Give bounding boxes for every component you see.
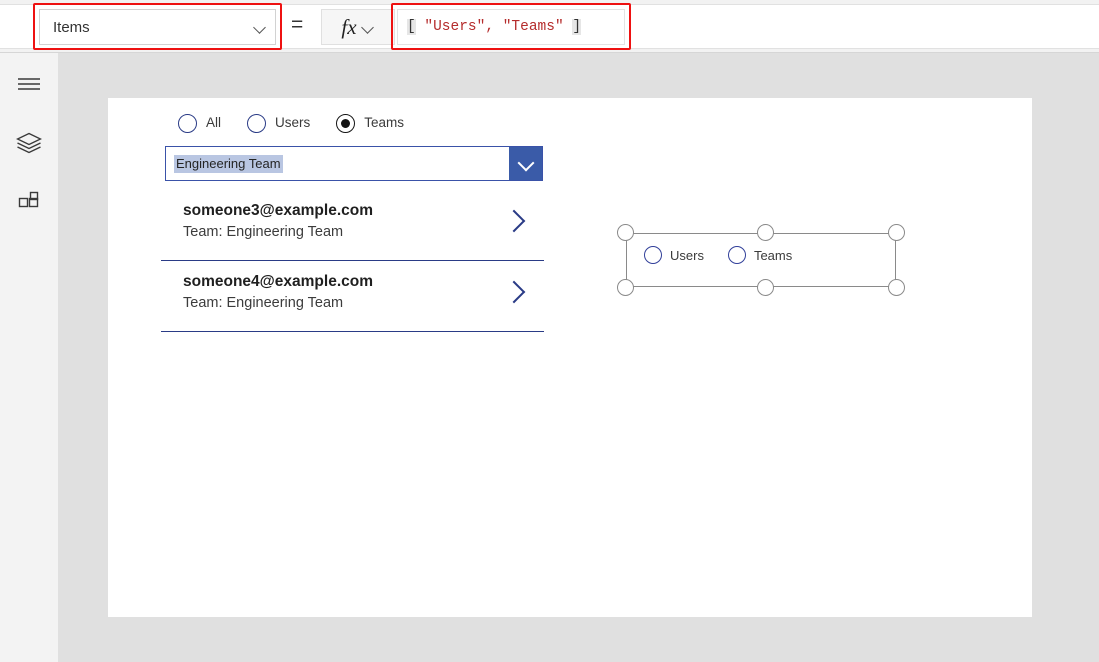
resize-handle-top-right[interactable] <box>888 224 905 241</box>
resize-handle-bottom-middle[interactable] <box>757 279 774 296</box>
team-dropdown-value: Engineering Team <box>174 154 283 173</box>
formula-token-space-2 <box>494 19 503 35</box>
radio-option-all[interactable]: All <box>178 113 222 133</box>
radio-option-teams[interactable]: Teams <box>336 113 405 133</box>
radio-option-label: All <box>206 115 222 131</box>
selected-radio-control[interactable]: Users Teams <box>617 224 905 296</box>
resize-handle-top-middle[interactable] <box>757 224 774 241</box>
property-select-label: Items <box>53 18 90 36</box>
chevron-right-icon[interactable] <box>504 211 523 230</box>
formula-token-string-users: "Users" <box>424 19 486 35</box>
formula-input[interactable]: [ "Users", "Teams" ] <box>397 9 625 45</box>
radio-circle-icon <box>178 113 197 133</box>
app-screen-canvas[interactable]: All Users Teams Engineering Team someone… <box>108 98 1032 617</box>
sidebar-item-menu[interactable] <box>11 66 47 102</box>
sidebar-item-tree-view[interactable] <box>11 125 47 161</box>
radio-circle-selected-icon <box>336 113 356 133</box>
filter-radio-group[interactable]: All Users Teams <box>178 110 404 136</box>
formula-token-string-teams: "Teams" <box>502 19 564 35</box>
formula-token-close-bracket: ] <box>572 19 582 35</box>
results-gallery: someone3@example.com Team: Engineering T… <box>161 190 544 332</box>
list-item-subtitle: Team: Engineering Team <box>183 223 344 240</box>
property-select[interactable]: Items <box>39 9 276 45</box>
list-item[interactable]: someone4@example.com Team: Engineering T… <box>161 261 544 332</box>
list-item-title: someone3@example.com <box>183 202 373 219</box>
radio-option-users[interactable]: Users <box>644 246 704 264</box>
left-rail <box>0 53 58 662</box>
resize-handle-bottom-left[interactable] <box>617 279 634 296</box>
formula-bar: Items = fx [ "Users", "Teams" ] <box>0 0 1099 53</box>
radio-circle-icon <box>727 246 746 264</box>
formula-token-open-bracket: [ <box>407 19 416 35</box>
chevron-right-icon[interactable] <box>504 282 523 301</box>
team-dropdown[interactable]: Engineering Team <box>165 146 543 181</box>
formula-token-space-3 <box>564 19 573 35</box>
radio-circle-icon <box>247 113 267 133</box>
power-apps-studio: Items = fx [ "Users", "Teams" ] All User… <box>0 0 1099 662</box>
team-dropdown-value-wrap: Engineering Team <box>166 147 509 180</box>
formula-token-space-1 <box>416 19 425 35</box>
radio-option-users[interactable]: Users <box>247 113 311 133</box>
formula-token-comma: , <box>485 19 495 35</box>
radio-option-label: Users <box>670 247 704 263</box>
list-item-subtitle: Team: Engineering Team <box>183 294 344 311</box>
chevron-down-icon <box>362 23 375 31</box>
new-radio-group[interactable]: Users Teams <box>644 246 792 264</box>
team-dropdown-toggle[interactable] <box>509 147 542 180</box>
sidebar-item-insert[interactable] <box>11 185 47 221</box>
radio-circle-icon <box>644 246 662 264</box>
chevron-down-icon <box>519 157 532 170</box>
grid-insert-icon <box>18 191 39 208</box>
radio-option-label: Users <box>275 115 311 131</box>
radio-option-teams[interactable]: Teams <box>727 246 793 264</box>
fx-icon: fx <box>341 14 357 39</box>
list-item[interactable]: someone3@example.com Team: Engineering T… <box>161 190 544 261</box>
list-item-title: someone4@example.com <box>183 273 373 290</box>
resize-handle-top-left[interactable] <box>617 224 634 241</box>
radio-option-label: Teams <box>364 115 405 131</box>
hamburger-menu-icon <box>18 78 40 90</box>
fx-button[interactable]: fx <box>321 9 395 45</box>
chevron-down-icon <box>254 23 267 31</box>
canvas-area: All Users Teams Engineering Team someone… <box>58 53 1099 662</box>
layers-icon <box>16 132 42 154</box>
radio-option-label: Teams <box>753 247 793 263</box>
resize-handle-bottom-right[interactable] <box>888 279 905 296</box>
equals-sign: = <box>291 13 304 36</box>
